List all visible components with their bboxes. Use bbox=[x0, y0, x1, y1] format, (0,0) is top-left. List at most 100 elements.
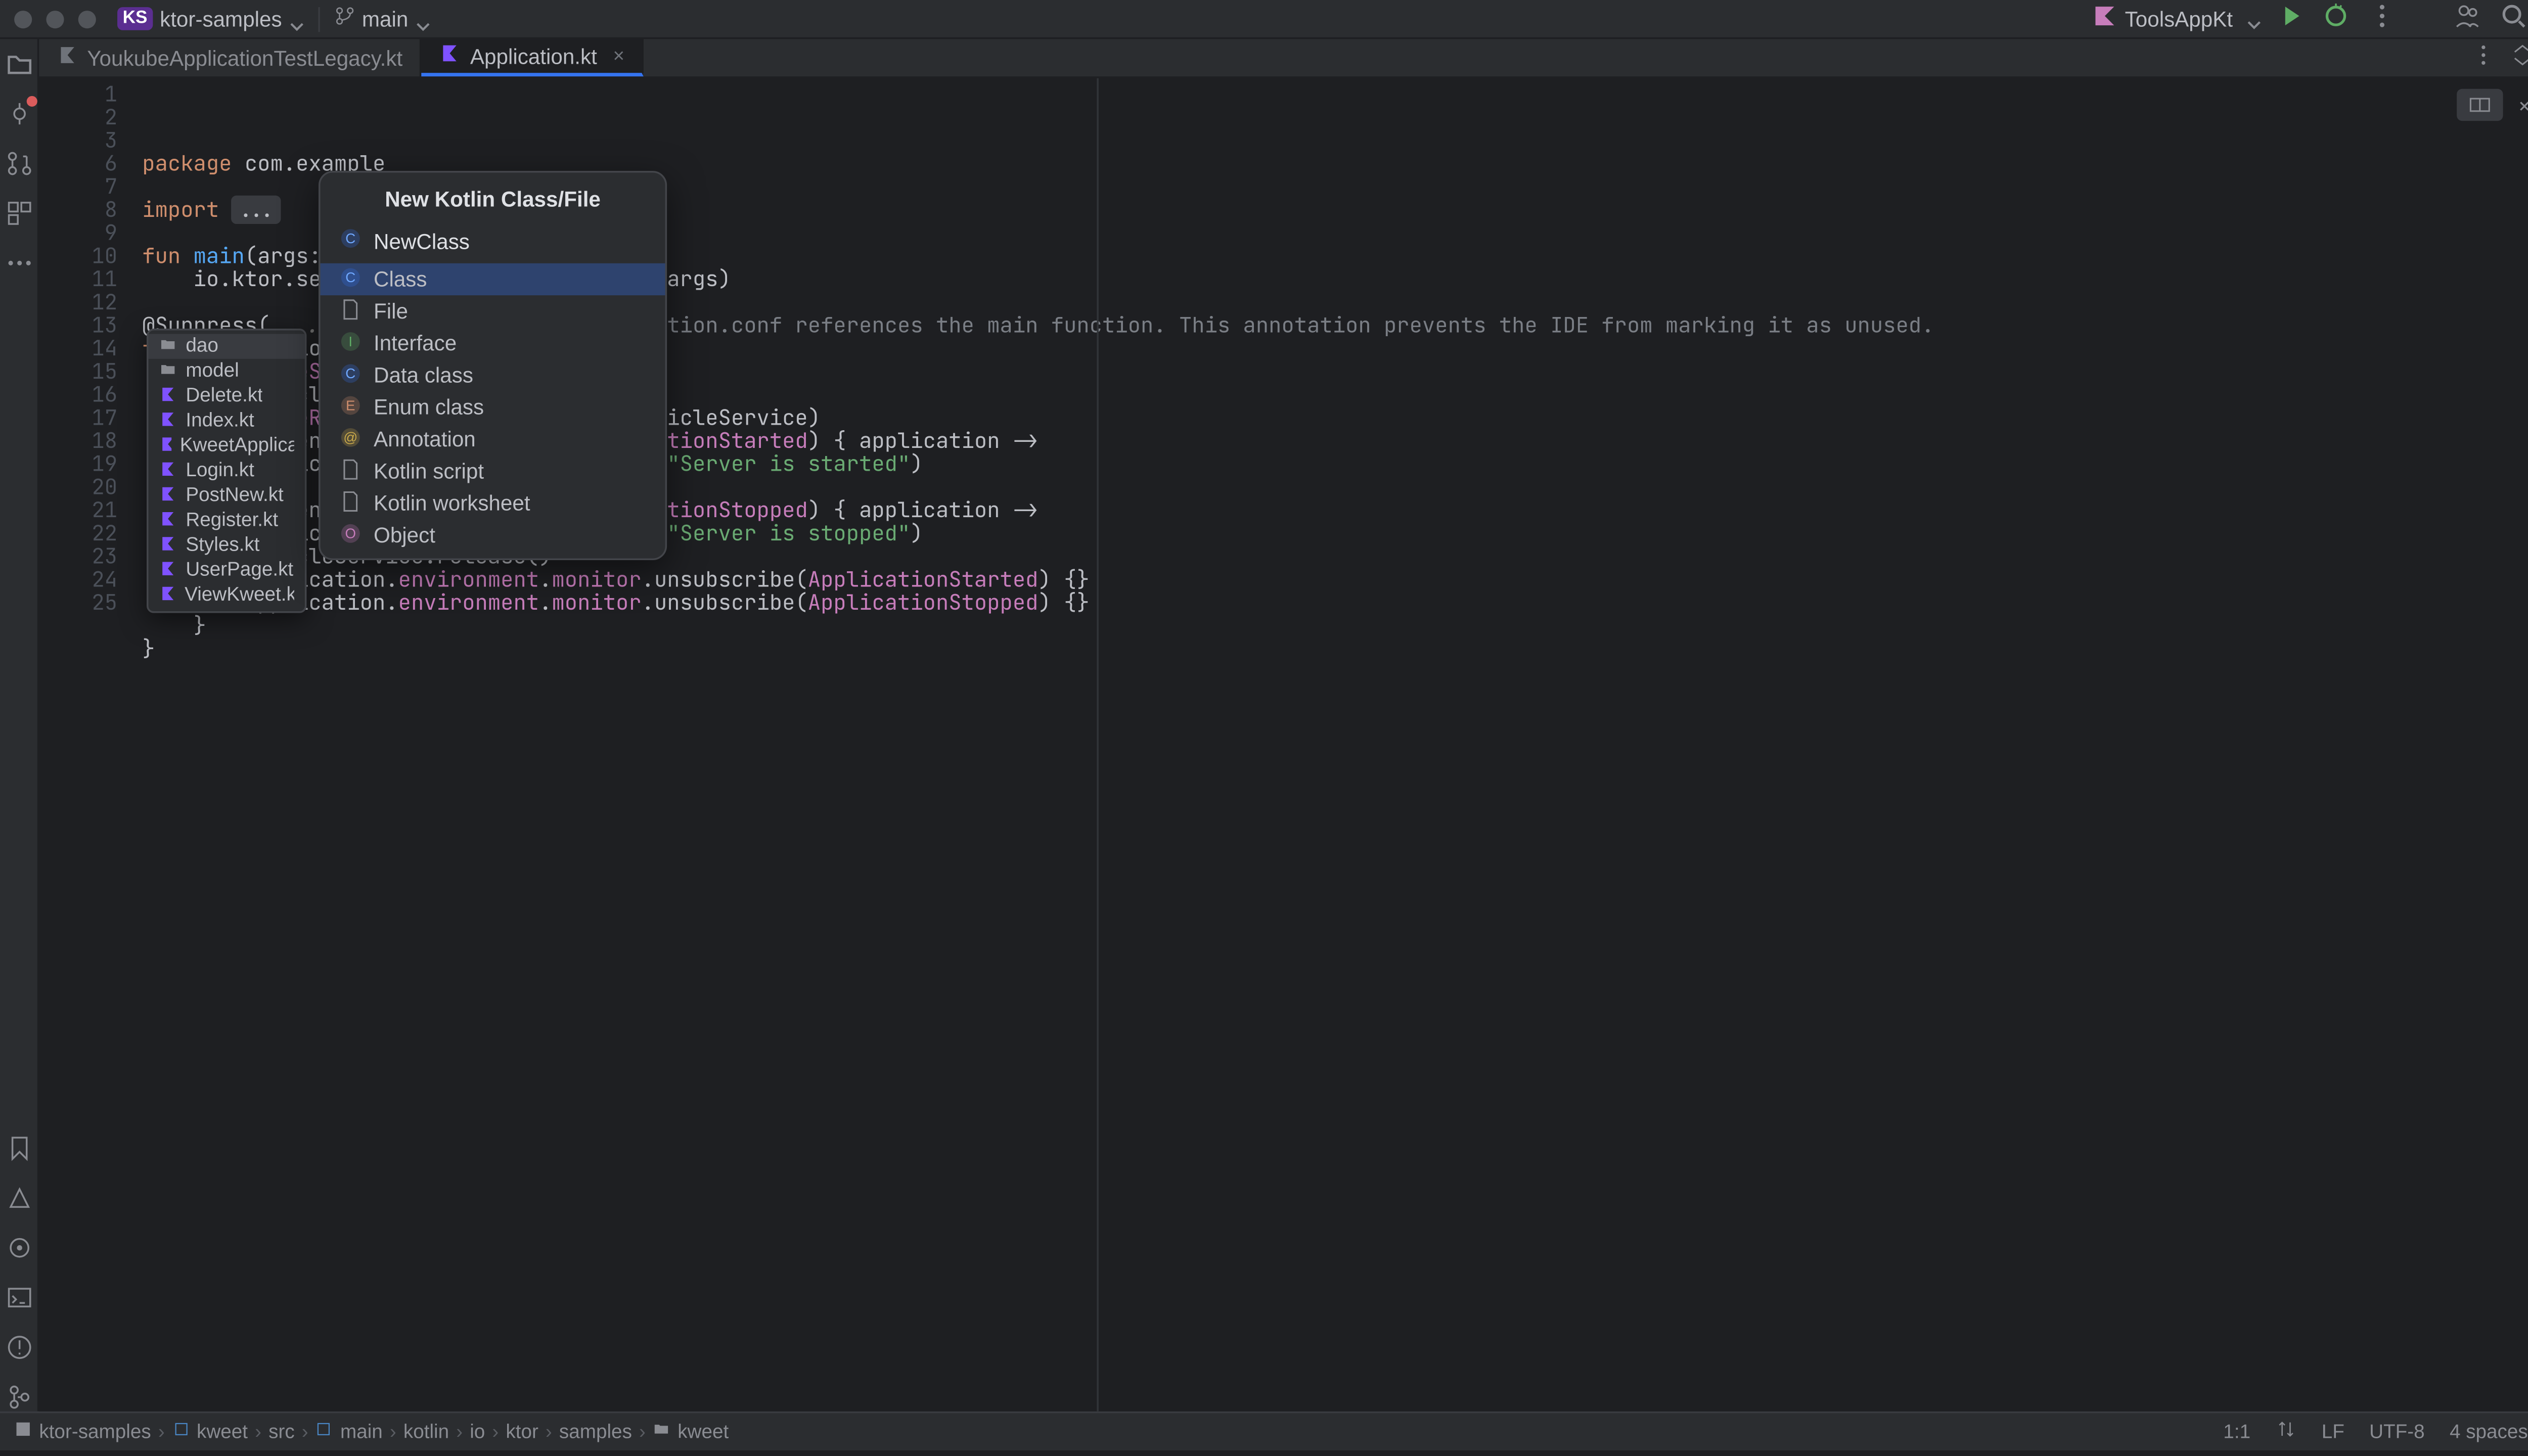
code-with-me-icon[interactable] bbox=[2453, 2, 2481, 36]
file-item-dao[interactable]: dao bbox=[149, 334, 305, 359]
file-item-ViewKweet.kt[interactable]: ViewKweet.kt bbox=[149, 583, 305, 608]
kind-label: Kotlin worksheet bbox=[374, 491, 530, 516]
code-line[interactable] bbox=[142, 661, 2528, 685]
kt-icon bbox=[159, 534, 177, 557]
kind-class[interactable]: CClass bbox=[321, 263, 665, 295]
kt-icon bbox=[159, 584, 176, 607]
close-tab-icon[interactable]: × bbox=[613, 46, 624, 67]
file-item-Index.kt[interactable]: Index.kt bbox=[149, 408, 305, 433]
class-name-input[interactable] bbox=[374, 229, 649, 253]
file-label: Index.kt bbox=[186, 411, 254, 432]
structure-tool-icon[interactable] bbox=[5, 199, 33, 228]
breadcrumb-ktor-samples[interactable]: ktor-samples bbox=[14, 1420, 151, 1443]
class-icon: C bbox=[338, 264, 363, 295]
kind-kotlin-script[interactable]: Kotlin script bbox=[321, 456, 665, 487]
more-tool-icon[interactable] bbox=[5, 249, 33, 277]
module-icon bbox=[315, 1420, 333, 1443]
kind-interface[interactable]: IInterface bbox=[321, 327, 665, 359]
close-window-dot[interactable] bbox=[14, 10, 32, 27]
file-label: Delete.kt bbox=[186, 386, 263, 407]
maximize-window-dot[interactable] bbox=[78, 10, 96, 27]
file-item-Register.kt[interactable]: Register.kt bbox=[149, 508, 305, 533]
services-tool-icon[interactable] bbox=[5, 1234, 33, 1262]
chevron-down-icon[interactable] bbox=[289, 12, 303, 26]
line-separator[interactable]: LF bbox=[2322, 1421, 2344, 1442]
bookmark-tool-icon[interactable] bbox=[5, 1134, 33, 1162]
file-item-PostNew.kt[interactable]: PostNew.kt bbox=[149, 483, 305, 508]
kotlin-file-icon bbox=[57, 44, 78, 71]
file-item-KweetApplication.kt[interactable]: KweetApplication.kt bbox=[149, 433, 305, 458]
object-icon: O bbox=[338, 520, 363, 551]
kind-data-class[interactable]: CData class bbox=[321, 359, 665, 391]
breadcrumb-src[interactable]: src bbox=[268, 1421, 295, 1442]
kind-enum-class[interactable]: EEnum class bbox=[321, 391, 665, 423]
search-icon[interactable] bbox=[2499, 2, 2527, 36]
file-item-Styles.kt[interactable]: Styles.kt bbox=[149, 533, 305, 558]
branch-name[interactable]: main bbox=[362, 6, 408, 31]
run-button[interactable] bbox=[2279, 4, 2304, 34]
caret-position[interactable]: 1:1 bbox=[2223, 1421, 2250, 1442]
expand-editor-icon[interactable] bbox=[2510, 42, 2528, 73]
svg-text:C: C bbox=[345, 365, 355, 380]
kind-kotlin-worksheet[interactable]: Kotlin worksheet bbox=[321, 487, 665, 519]
kotlin-file-icon bbox=[440, 42, 461, 69]
close-hints-icon[interactable]: × bbox=[2517, 94, 2528, 117]
minimize-window-dot[interactable] bbox=[46, 10, 64, 27]
more-actions-icon[interactable] bbox=[2368, 2, 2396, 36]
class-icon: C bbox=[338, 226, 363, 256]
breadcrumb-separator: › bbox=[546, 1421, 552, 1442]
breadcrumb-samples[interactable]: samples bbox=[559, 1421, 632, 1442]
run-config-selector[interactable]: ToolsAppKt bbox=[2093, 4, 2261, 34]
terminal-tool-icon[interactable] bbox=[5, 1284, 33, 1312]
project-name[interactable]: ktor-samples bbox=[160, 6, 282, 31]
tab-YoukubeApplicationTestLegacy.kt[interactable]: YoukubeApplicationTestLegacy.kt bbox=[39, 39, 422, 76]
run-config-label: ToolsAppKt bbox=[2125, 6, 2233, 31]
kind-label: Interface bbox=[374, 331, 457, 355]
code-line[interactable]: application.environment.monitor.unsubscr… bbox=[142, 592, 2528, 615]
code-line[interactable]: } bbox=[142, 638, 2528, 661]
tab-Application.kt[interactable]: Application.kt × bbox=[422, 39, 644, 76]
breadcrumb-label: src bbox=[268, 1421, 295, 1442]
svg-text:C: C bbox=[345, 268, 355, 284]
project-tool-icon[interactable] bbox=[5, 50, 33, 78]
encoding[interactable]: UTF-8 bbox=[2369, 1421, 2425, 1442]
breadcrumb-label: ktor bbox=[506, 1421, 538, 1442]
project-badge: KS bbox=[117, 7, 153, 30]
breadcrumb-io[interactable]: io bbox=[470, 1421, 485, 1442]
kind-object[interactable]: OObject bbox=[321, 519, 665, 551]
breadcrumb-kweet[interactable]: kweet bbox=[172, 1420, 248, 1443]
breadcrumb-ktor[interactable]: ktor bbox=[506, 1421, 538, 1442]
kind-annotation[interactable]: @Annotation bbox=[321, 423, 665, 455]
breadcrumb-label: io bbox=[470, 1421, 485, 1442]
debug-button[interactable] bbox=[2322, 2, 2350, 36]
code-line[interactable]: } bbox=[142, 615, 2528, 639]
tab-row: YoukubeApplicationTestLegacy.kt Applicat… bbox=[39, 39, 2528, 78]
file-label: PostNew.kt bbox=[186, 485, 283, 506]
kt-icon bbox=[159, 559, 177, 582]
chevron-down-icon[interactable] bbox=[415, 12, 429, 26]
problems-tool-icon[interactable] bbox=[5, 1333, 33, 1361]
file-item-UserPage.kt[interactable]: UserPage.kt bbox=[149, 558, 305, 583]
file-item-Delete.kt[interactable]: Delete.kt bbox=[149, 384, 305, 408]
project-icon bbox=[14, 1420, 32, 1443]
reader-mode-toggle[interactable] bbox=[2457, 89, 2503, 121]
commit-tool-icon[interactable] bbox=[5, 100, 33, 128]
line-separator-icon[interactable] bbox=[2275, 1419, 2296, 1445]
breadcrumb-separator: › bbox=[492, 1421, 499, 1442]
build-tool-icon[interactable] bbox=[5, 1184, 33, 1212]
git-tool-icon[interactable] bbox=[5, 1383, 33, 1411]
file-item-Login.kt[interactable]: Login.kt bbox=[149, 459, 305, 483]
breadcrumb-kweet[interactable]: kweet bbox=[653, 1420, 729, 1443]
file-item-model[interactable]: model bbox=[149, 359, 305, 384]
branch-icon[interactable] bbox=[334, 6, 355, 32]
file-icon bbox=[338, 296, 363, 327]
kind-file[interactable]: File bbox=[321, 295, 665, 327]
svg-text:E: E bbox=[346, 397, 355, 413]
line-number[interactable]: 25 bbox=[39, 592, 117, 615]
breadcrumb-kotlin[interactable]: kotlin bbox=[403, 1421, 449, 1442]
indent[interactable]: 4 spaces bbox=[2450, 1421, 2528, 1442]
tab-more-icon[interactable] bbox=[2471, 42, 2496, 73]
right-margin-ruler bbox=[1097, 78, 1099, 1412]
breadcrumb-main[interactable]: main bbox=[315, 1420, 383, 1443]
pull-request-tool-icon[interactable] bbox=[5, 149, 33, 177]
